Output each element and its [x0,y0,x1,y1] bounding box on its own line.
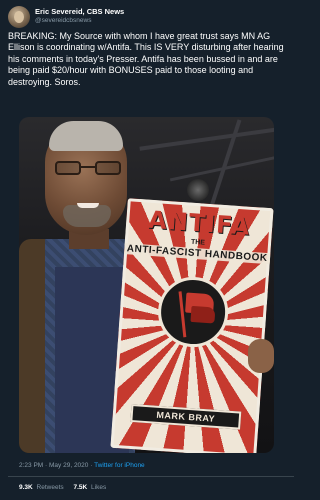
retweets-label: Retweets [36,484,64,491]
tweet-card: Eric Severeid, CBS News @severeidcbsnews… [0,0,301,500]
glasses [55,161,121,177]
meta-separator: · [45,462,48,469]
tweet-stats: 9.3K Retweets 7.5K Likes [19,484,114,491]
tweet-media-photo[interactable]: ANTIFA THE ANTI-FASCIST HANDBOOK MARK BR… [19,117,274,453]
retweets-stat[interactable]: 9.3K Retweets [19,484,65,491]
book-cover: ANTIFA THE ANTI-FASCIST HANDBOOK MARK BR… [110,198,274,453]
glasses-lens [95,161,121,175]
author-display-name[interactable]: Eric Severeid, CBS News [35,7,124,16]
likes-count: 7.5K [73,484,88,491]
book-author: MARK BRAY [130,403,242,430]
meta-separator: · [90,462,93,469]
avatar-face [14,11,24,23]
hand [248,339,274,373]
tweet-meta: 2:23 PM · May 29, 2020 · Twitter for iPh… [19,462,289,469]
glasses-bridge [81,166,95,168]
flag-emblem-icon [155,274,231,350]
mouth [77,203,99,208]
tweet-header: Eric Severeid, CBS News @severeidcbsnews [8,6,293,28]
likes-label: Likes [91,484,107,491]
retweets-count: 9.3K [19,484,33,491]
tweet-time[interactable]: 2:23 PM [19,462,43,469]
author-handle[interactable]: @severeidcbsnews [35,17,91,24]
ceiling-beam [139,127,274,151]
likes-stat[interactable]: 7.5K Likes [73,484,106,491]
hair [49,121,123,151]
tweet-date[interactable]: May 29, 2020 [49,462,88,469]
ceiling-light [187,179,209,201]
tweet-text: BREAKING: My Source with whom I have gre… [8,31,284,87]
tweet-source-link[interactable]: Twitter for iPhone [94,462,145,469]
avatar[interactable] [8,6,30,28]
flag-back [190,305,216,324]
glasses-lens [55,161,81,175]
divider [8,476,294,477]
beard [63,205,111,227]
